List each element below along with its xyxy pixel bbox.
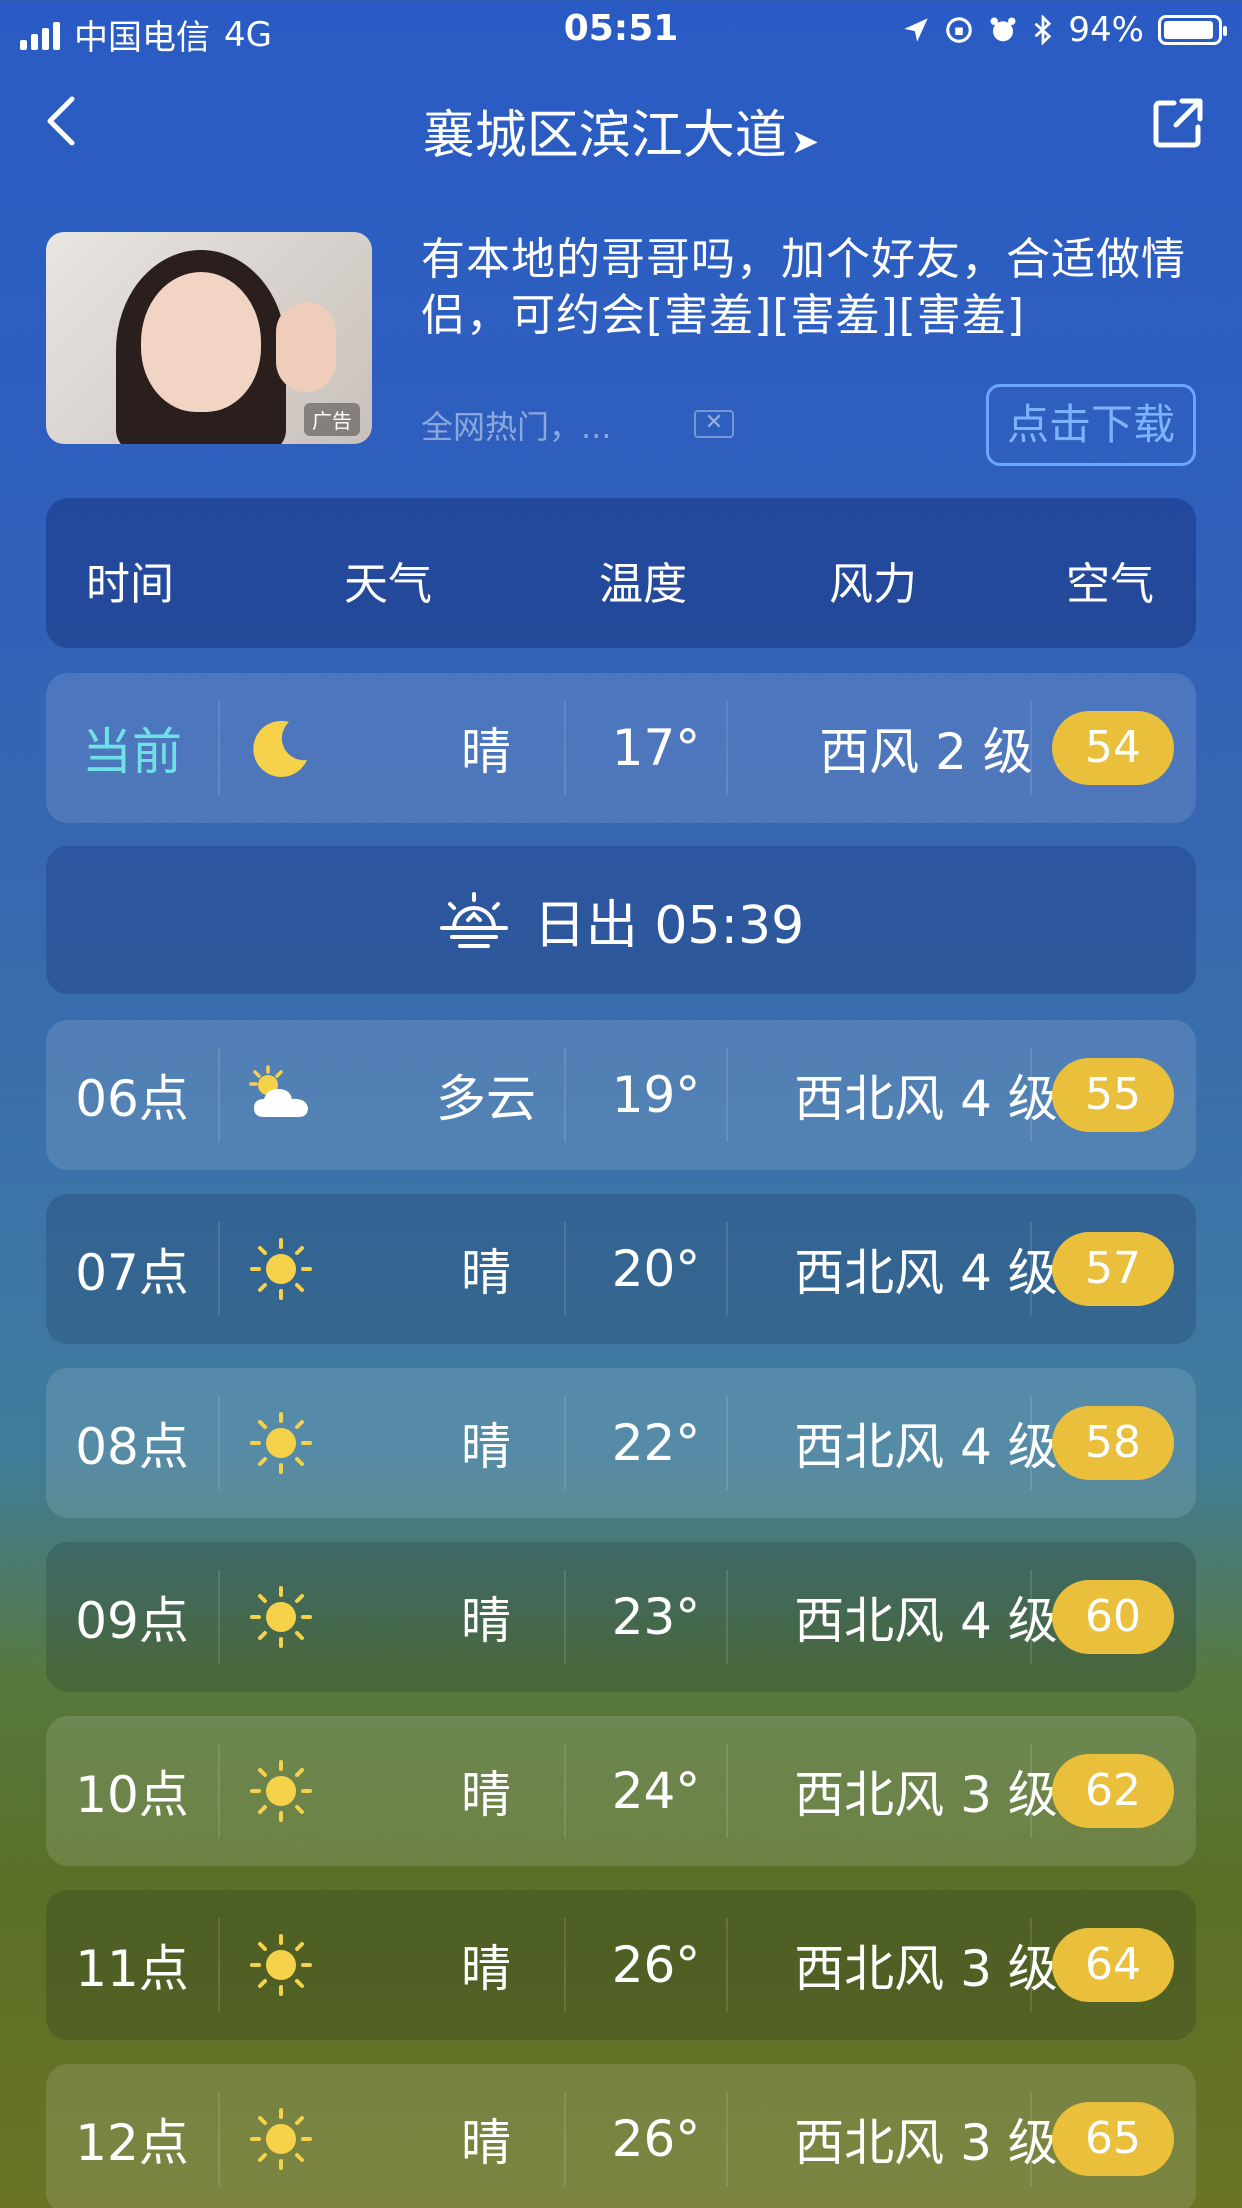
header-time: 时间 [86, 559, 174, 610]
aqi-badge: 64 [1052, 1928, 1174, 2002]
hour-row[interactable]: 12点晴 26° 西北风 3 级 65 [46, 2064, 1196, 2208]
row-time: 12点 [75, 2114, 189, 2172]
row-weather: 晴 [461, 723, 511, 781]
ad-source: 全网热门，... [421, 408, 612, 446]
location-arrow-icon [904, 18, 929, 42]
sun-icon [226, 1890, 336, 2040]
row-time: 08点 [75, 1418, 189, 1476]
battery-icon [1158, 15, 1227, 45]
partly-cloudy-icon [226, 1020, 336, 1170]
row-time: 07点 [75, 1244, 189, 1302]
row-temp: 24° [611, 1762, 701, 1820]
sun-icon [226, 2064, 336, 2208]
location-arrow-icon: ➤ [790, 122, 820, 162]
sunrise-text: 日出 05:39 [533, 895, 805, 956]
row-weather: 晴 [461, 1766, 511, 1824]
header-temp: 温度 [599, 559, 687, 610]
table-header: 时间 天气 温度 风力 空气 [46, 498, 1196, 648]
row-temp: 26° [611, 2110, 701, 2168]
row-time: 当前 [82, 723, 182, 781]
ad-badge: 广告 [304, 403, 360, 436]
hour-row[interactable]: 11点晴 26° 西北风 3 级 64 [46, 1890, 1196, 2040]
sun-icon [226, 1194, 336, 1344]
row-weather: 晴 [461, 1940, 511, 1998]
row-temp: 26° [611, 1936, 701, 1994]
ad-banner[interactable]: 广告 有本地的哥哥吗，加个好友，合适做情侣，可约会[害羞][害羞][害羞] 全网… [46, 232, 1196, 472]
status-bar: 中国电信 4G 05:51 94% [0, 0, 1242, 60]
aqi-badge: 62 [1052, 1754, 1174, 1828]
battery-percent: 94% [1068, 10, 1144, 50]
header-weather: 天气 [344, 559, 432, 610]
sunrise-icon [439, 892, 508, 948]
aqi-badge: 54 [1052, 711, 1174, 785]
hour-row[interactable]: 07点晴 20° 西北风 4 级 57 [46, 1194, 1196, 1344]
row-temp: 22° [611, 1414, 701, 1472]
current-row[interactable]: 当前 晴 17° 西风 2 级 54 [46, 673, 1196, 823]
row-weather: 晴 [461, 2114, 511, 2172]
row-weather: 多云 [436, 1070, 536, 1128]
close-icon: ✕ [704, 410, 724, 435]
orientation-lock-icon [946, 17, 973, 43]
row-weather: 晴 [461, 1244, 511, 1302]
aqi-badge: 55 [1052, 1058, 1174, 1132]
alarm-icon [990, 17, 1016, 42]
row-temp: 17° [611, 719, 701, 777]
bluetooth-icon [1034, 15, 1052, 45]
aqi-badge: 60 [1052, 1580, 1174, 1654]
row-temp: 19° [611, 1066, 701, 1124]
hour-row[interactable]: 10点晴 24° 西北风 3 级 62 [46, 1716, 1196, 1866]
header-wind: 风力 [829, 559, 917, 610]
aqi-badge: 58 [1052, 1406, 1174, 1480]
sun-icon [226, 1716, 336, 1866]
sun-icon [226, 1542, 336, 1692]
location-name: 襄城区滨江大道 [422, 106, 787, 166]
ad-download-button[interactable]: 点击下载 [986, 384, 1196, 466]
row-temp: 23° [611, 1588, 701, 1646]
header-air: 空气 [1066, 559, 1154, 610]
row-temp: 20° [611, 1240, 701, 1298]
sun-icon [226, 1368, 336, 1518]
ad-close-button[interactable]: ✕ [694, 410, 734, 438]
ad-headline[interactable]: 有本地的哥哥吗，加个好友，合适做情侣，可约会[害羞][害羞][害羞] [421, 232, 1201, 344]
page-title: 襄城区滨江大道 ➤ [0, 93, 1242, 168]
aqi-badge: 57 [1052, 1232, 1174, 1306]
row-time: 09点 [75, 1592, 189, 1650]
row-time: 11点 [75, 1940, 189, 1998]
moon-icon [226, 673, 336, 823]
ad-image[interactable]: 广告 [46, 232, 372, 444]
aqi-badge: 65 [1052, 2102, 1174, 2176]
hour-row[interactable]: 08点晴 22° 西北风 4 级 58 [46, 1368, 1196, 1518]
hour-row[interactable]: 06点 多云 19° 西北风 4 级 55 [46, 1020, 1196, 1170]
share-icon [1153, 98, 1203, 148]
share-button[interactable] [1152, 97, 1204, 149]
status-right: 94% [902, 10, 1227, 50]
sunrise-card: 日出 05:39 [46, 846, 1196, 994]
row-weather: 晴 [461, 1418, 511, 1476]
nav-bar: 襄城区滨江大道 ➤ [0, 85, 1242, 168]
row-weather: 晴 [461, 1592, 511, 1650]
row-time: 06点 [75, 1070, 189, 1128]
hour-row[interactable]: 09点晴 23° 西北风 4 级 60 [46, 1542, 1196, 1692]
row-time: 10点 [75, 1766, 189, 1824]
